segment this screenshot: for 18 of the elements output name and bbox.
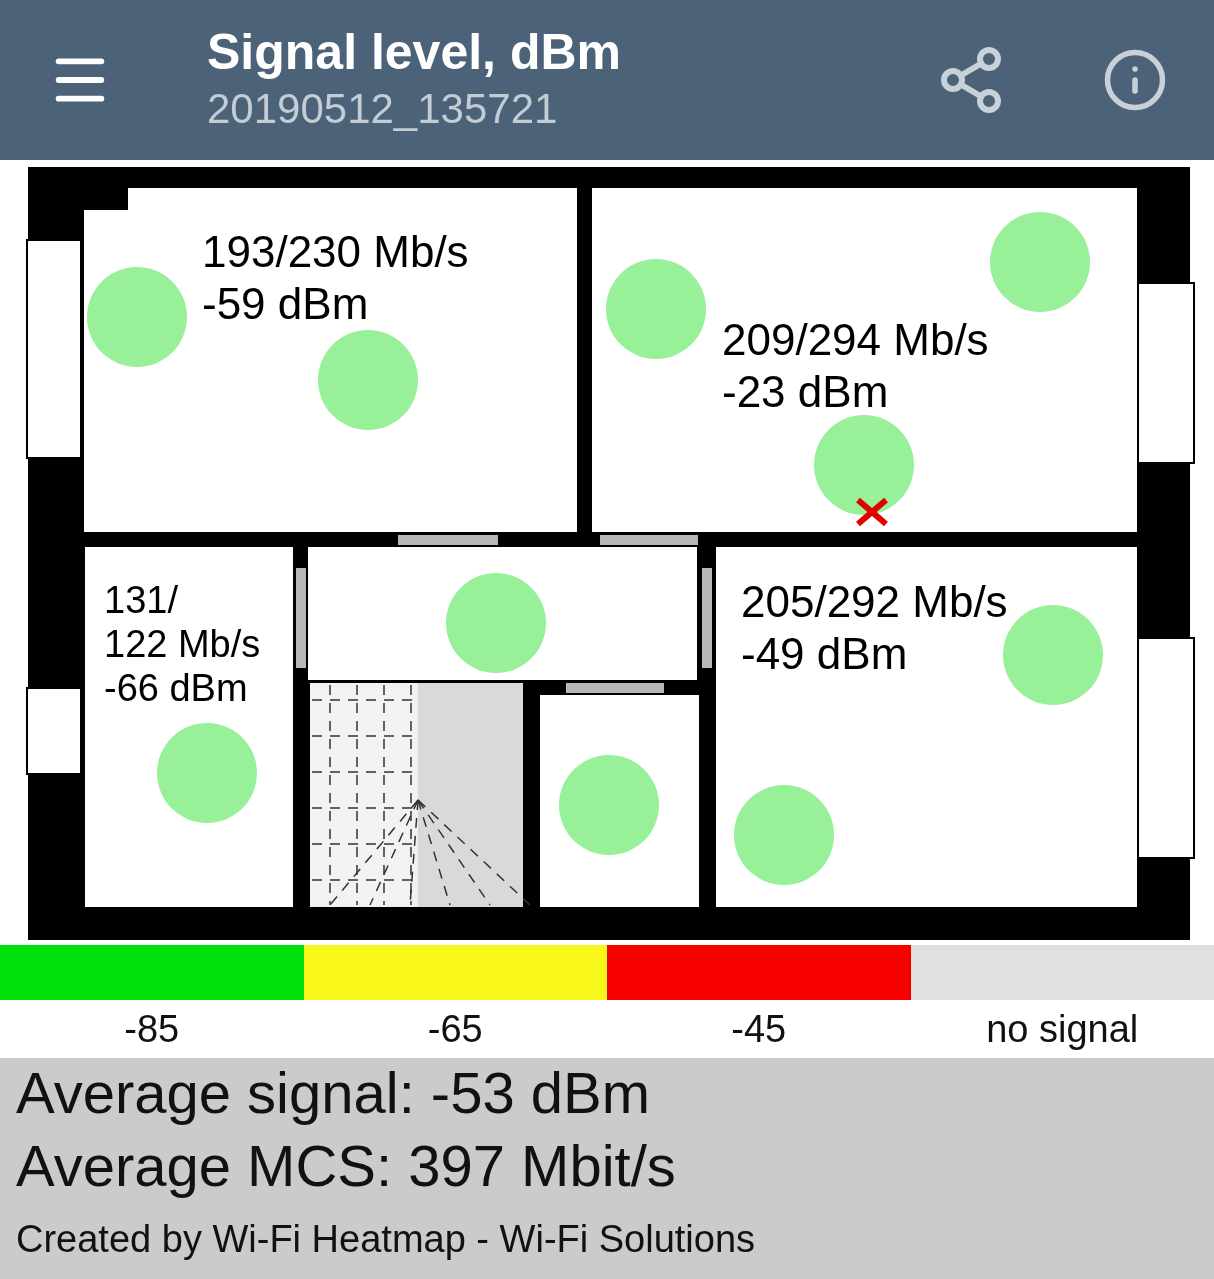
room-speed: 209/294 Mb/s — [722, 314, 989, 366]
average-signal: Average signal: -53 dBm — [16, 1060, 652, 1126]
room-speed: 131/ 122 Mb/s — [104, 578, 261, 666]
room-signal: -59 dBm — [202, 278, 370, 330]
legend-label: no signal — [986, 1006, 1139, 1052]
info-icon[interactable] — [1102, 47, 1168, 113]
room-signal: -23 dBm — [722, 366, 890, 418]
credit-text: Created by Wi-Fi Heatmap - Wi-Fi Solutions — [16, 1217, 757, 1262]
room-speed: 205/292 Mb/s — [741, 576, 1008, 628]
legend-label: -65 — [427, 1006, 483, 1052]
room-signal: -49 dBm — [741, 628, 909, 680]
screen-title: Signal level, dBm — [207, 23, 621, 81]
room-signal: -66 dBm — [104, 666, 249, 710]
legend-label: -45 — [731, 1006, 787, 1052]
screen-subtitle: 20190512_135721 — [207, 84, 559, 134]
room-speed: 193/230 Mb/s — [202, 226, 469, 278]
legend-label: -85 — [124, 1006, 180, 1052]
average-mcs: Average MCS: 397 Mbit/s — [16, 1132, 677, 1200]
